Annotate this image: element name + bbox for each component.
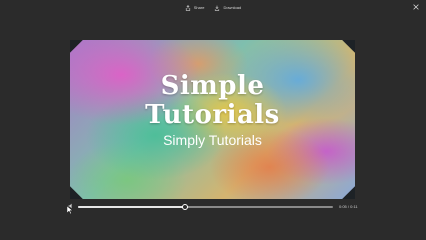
video-subtitle: Simply Tutorials xyxy=(163,132,262,148)
share-icon xyxy=(185,4,191,11)
player-controls: 0:05 / 0:11 xyxy=(66,202,360,212)
share-label: Share xyxy=(193,5,205,10)
top-toolbar: Share Download xyxy=(0,0,426,15)
video-title-line2: Tutorials xyxy=(145,100,280,130)
seek-bar[interactable] xyxy=(78,204,333,210)
time-readout: 0:05 / 0:11 xyxy=(339,204,358,209)
video-player[interactable]: Simple Tutorials Simply Tutorials xyxy=(70,40,355,199)
mouse-cursor-icon xyxy=(67,206,73,214)
download-icon xyxy=(214,5,220,11)
top-actions: Share Download xyxy=(185,4,241,11)
seek-bar-played xyxy=(78,206,186,208)
seek-handle[interactable] xyxy=(182,204,189,210)
download-button[interactable]: Download xyxy=(214,5,241,11)
close-icon xyxy=(413,4,419,10)
duration: 0:11 xyxy=(350,204,358,209)
current-time: 0:05 xyxy=(339,204,347,209)
close-button[interactable] xyxy=(411,2,421,12)
download-label: Download xyxy=(223,5,242,10)
video-title: Simple Tutorials xyxy=(70,72,355,130)
video-title-line1: Simple xyxy=(160,71,265,101)
share-button[interactable]: Share xyxy=(185,4,205,11)
